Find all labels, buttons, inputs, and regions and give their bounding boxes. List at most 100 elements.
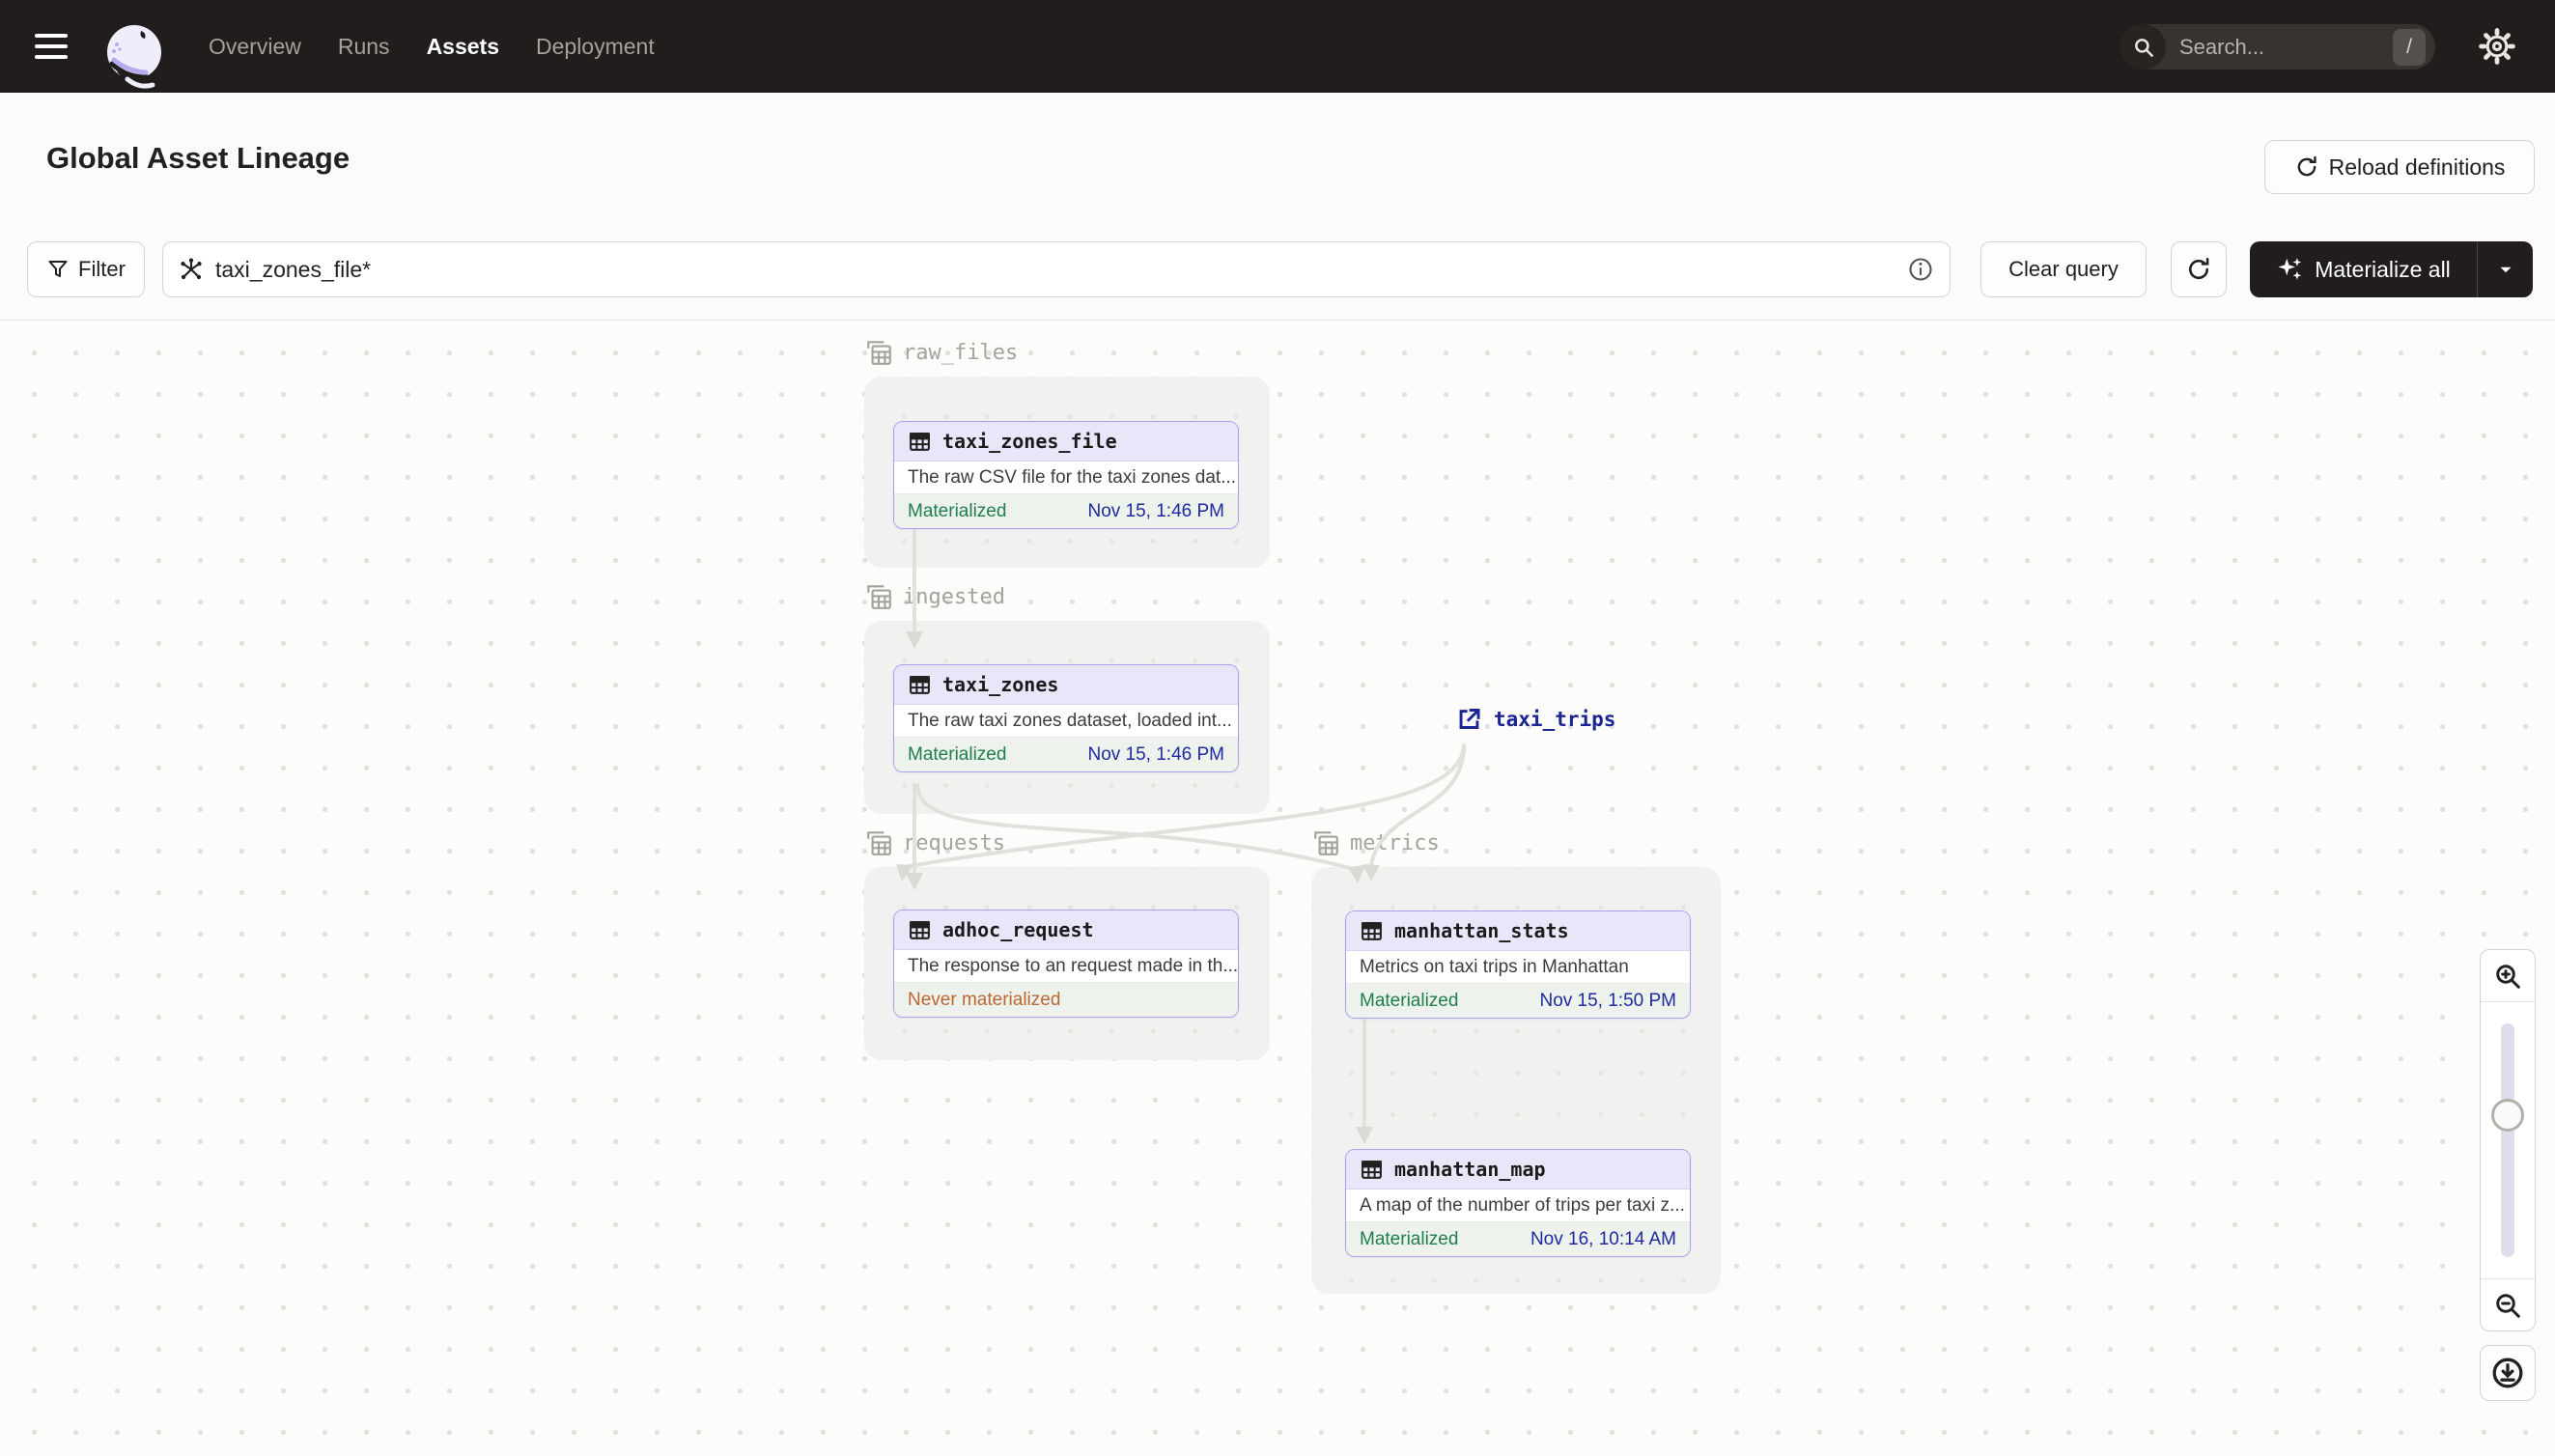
download-icon: [2492, 1358, 2523, 1388]
funnel-icon: [48, 261, 68, 277]
group-table-icon: [1314, 831, 1338, 855]
asset-node-adhoc-request[interactable]: adhoc_request The response to an request…: [893, 910, 1239, 1018]
materialization-timestamp[interactable]: Nov 15, 1:46 PM: [1087, 744, 1224, 766]
group-table-icon: [867, 341, 891, 365]
materialize-dropdown-button[interactable]: [2477, 241, 2533, 297]
zoom-in-button[interactable]: [2481, 950, 2535, 1002]
asset-name: manhattan_stats: [1394, 919, 1569, 942]
group-table-icon: [867, 831, 891, 855]
group-label-text: ingested: [903, 584, 1005, 609]
refresh-button[interactable]: [2171, 241, 2227, 297]
zoom-in-icon: [2496, 964, 2520, 989]
info-icon[interactable]: [1907, 256, 1934, 283]
page-title: Global Asset Lineage: [46, 141, 351, 175]
external-asset-name: taxi_trips: [1494, 707, 1616, 731]
asset-node-header: taxi_zones_file: [894, 422, 1238, 462]
zoom-out-button[interactable]: [2481, 1278, 2535, 1330]
materialize-all-button[interactable]: Materialize all: [2250, 241, 2533, 297]
table-grid-icon: [1362, 921, 1382, 940]
chevron-down-icon: [2500, 266, 2511, 273]
table-grid-icon: [910, 432, 930, 451]
search-shortcut-key: /: [2393, 28, 2426, 66]
asset-query-input[interactable]: taxi_zones_file*: [162, 241, 1951, 297]
search-placeholder: Search...: [2179, 34, 2265, 59]
asset-description: Metrics on taxi trips in Manhattan: [1346, 951, 1690, 984]
asset-description: The response to an request made in th...: [894, 950, 1238, 983]
zoom-slider-thumb[interactable]: [2491, 1099, 2524, 1132]
nav-overview[interactable]: Overview: [209, 34, 301, 60]
asset-status-row: Materialized Nov 16, 10:14 AM: [1346, 1222, 1690, 1256]
search-input[interactable]: Search... /: [2120, 24, 2435, 70]
reload-definitions-button[interactable]: Reload definitions: [2264, 140, 2535, 194]
lineage-canvas[interactable]: [0, 321, 2555, 1456]
asset-status-row: Materialized Nov 15, 1:50 PM: [1346, 984, 1690, 1018]
group-label-ingested[interactable]: ingested: [864, 582, 1005, 611]
refresh-icon: [2189, 257, 2209, 280]
asset-name: adhoc_request: [942, 918, 1094, 941]
asset-description: A map of the number of trips per taxi z.…: [1346, 1190, 1690, 1222]
external-asset-taxi-trips[interactable]: taxi_trips: [1456, 706, 1615, 732]
nav-deployment[interactable]: Deployment: [536, 34, 655, 60]
status-badge: Materialized: [1360, 990, 1459, 1011]
zoom-out-icon: [2496, 1293, 2520, 1318]
reload-icon: [2297, 155, 2316, 177]
nav-assets[interactable]: Assets: [427, 34, 499, 60]
group-label-metrics[interactable]: metrics: [1311, 828, 1440, 857]
materialize-all-label: Materialize all: [2315, 256, 2451, 282]
status-badge: Never materialized: [908, 989, 1061, 1010]
materialization-timestamp[interactable]: Nov 15, 1:46 PM: [1087, 501, 1224, 522]
asset-status-row: Materialized Nov 15, 1:46 PM: [894, 494, 1238, 528]
asset-node-taxi-zones[interactable]: taxi_zones The raw taxi zones dataset, l…: [893, 664, 1239, 772]
menu-icon[interactable]: [35, 27, 73, 66]
clear-query-label: Clear query: [2008, 257, 2119, 281]
group-table-icon: [867, 585, 891, 609]
group-label-raw-files[interactable]: raw_files: [864, 338, 1018, 367]
group-label-text: requests: [903, 830, 1005, 855]
table-grid-icon: [910, 675, 930, 694]
table-grid-icon: [1362, 1160, 1382, 1179]
query-value: taxi_zones_file*: [215, 256, 372, 282]
asset-node-header: manhattan_map: [1346, 1150, 1690, 1190]
asset-description: The raw CSV file for the taxi zones dat.…: [894, 462, 1238, 494]
materialize-all-main[interactable]: Materialize all: [2250, 241, 2477, 297]
lineage-icon: [181, 258, 202, 280]
asset-status-row: Materialized Nov 15, 1:46 PM: [894, 738, 1238, 771]
status-badge: Materialized: [908, 500, 1007, 521]
asset-status-row: Never materialized: [894, 983, 1238, 1017]
asset-node-header: adhoc_request: [894, 910, 1238, 950]
sparkles-icon: [2278, 258, 2302, 280]
zoom-slider[interactable]: [2481, 1002, 2535, 1278]
zoom-panel: [2480, 949, 2536, 1331]
asset-name: taxi_zones_file: [942, 430, 1117, 453]
download-image-button[interactable]: [2480, 1345, 2536, 1401]
status-badge: Materialized: [1360, 1228, 1459, 1249]
top-nav: Overview Runs Assets Deployment Search..…: [0, 0, 2555, 93]
external-link-icon: [1459, 708, 1480, 729]
asset-node-manhattan-map[interactable]: manhattan_map A map of the number of tri…: [1345, 1149, 1691, 1257]
asset-description: The raw taxi zones dataset, loaded int..…: [894, 705, 1238, 738]
asset-name: manhattan_map: [1394, 1158, 1546, 1181]
materialization-timestamp[interactable]: Nov 15, 1:50 PM: [1539, 991, 1676, 1012]
reload-label: Reload definitions: [2328, 154, 2506, 180]
zoom-slider-track[interactable]: [2501, 1023, 2514, 1257]
status-badge: Materialized: [908, 743, 1007, 765]
table-grid-icon: [910, 920, 930, 939]
asset-name: taxi_zones: [942, 673, 1059, 696]
nav-links: Overview Runs Assets Deployment: [209, 0, 655, 93]
asset-node-header: taxi_zones: [894, 665, 1238, 705]
clear-query-button[interactable]: Clear query: [1980, 241, 2147, 297]
asset-lineage-screen: Overview Runs Assets Deployment Search..…: [0, 0, 2555, 1456]
dagster-logo[interactable]: [100, 21, 170, 91]
group-label-text: raw_files: [903, 340, 1019, 365]
asset-node-manhattan-stats[interactable]: manhattan_stats Metrics on taxi trips in…: [1345, 910, 1691, 1019]
asset-node-header: manhattan_stats: [1346, 911, 1690, 951]
gear-icon[interactable]: [2478, 27, 2516, 66]
group-label-text: metrics: [1350, 830, 1440, 855]
filter-button[interactable]: Filter: [27, 241, 145, 297]
materialization-timestamp[interactable]: Nov 16, 10:14 AM: [1530, 1229, 1676, 1250]
nav-runs[interactable]: Runs: [338, 34, 390, 60]
group-label-requests[interactable]: requests: [864, 828, 1005, 857]
search-icon: [2120, 24, 2166, 70]
filter-label: Filter: [78, 257, 126, 281]
asset-node-taxi-zones-file[interactable]: taxi_zones_file The raw CSV file for the…: [893, 421, 1239, 529]
